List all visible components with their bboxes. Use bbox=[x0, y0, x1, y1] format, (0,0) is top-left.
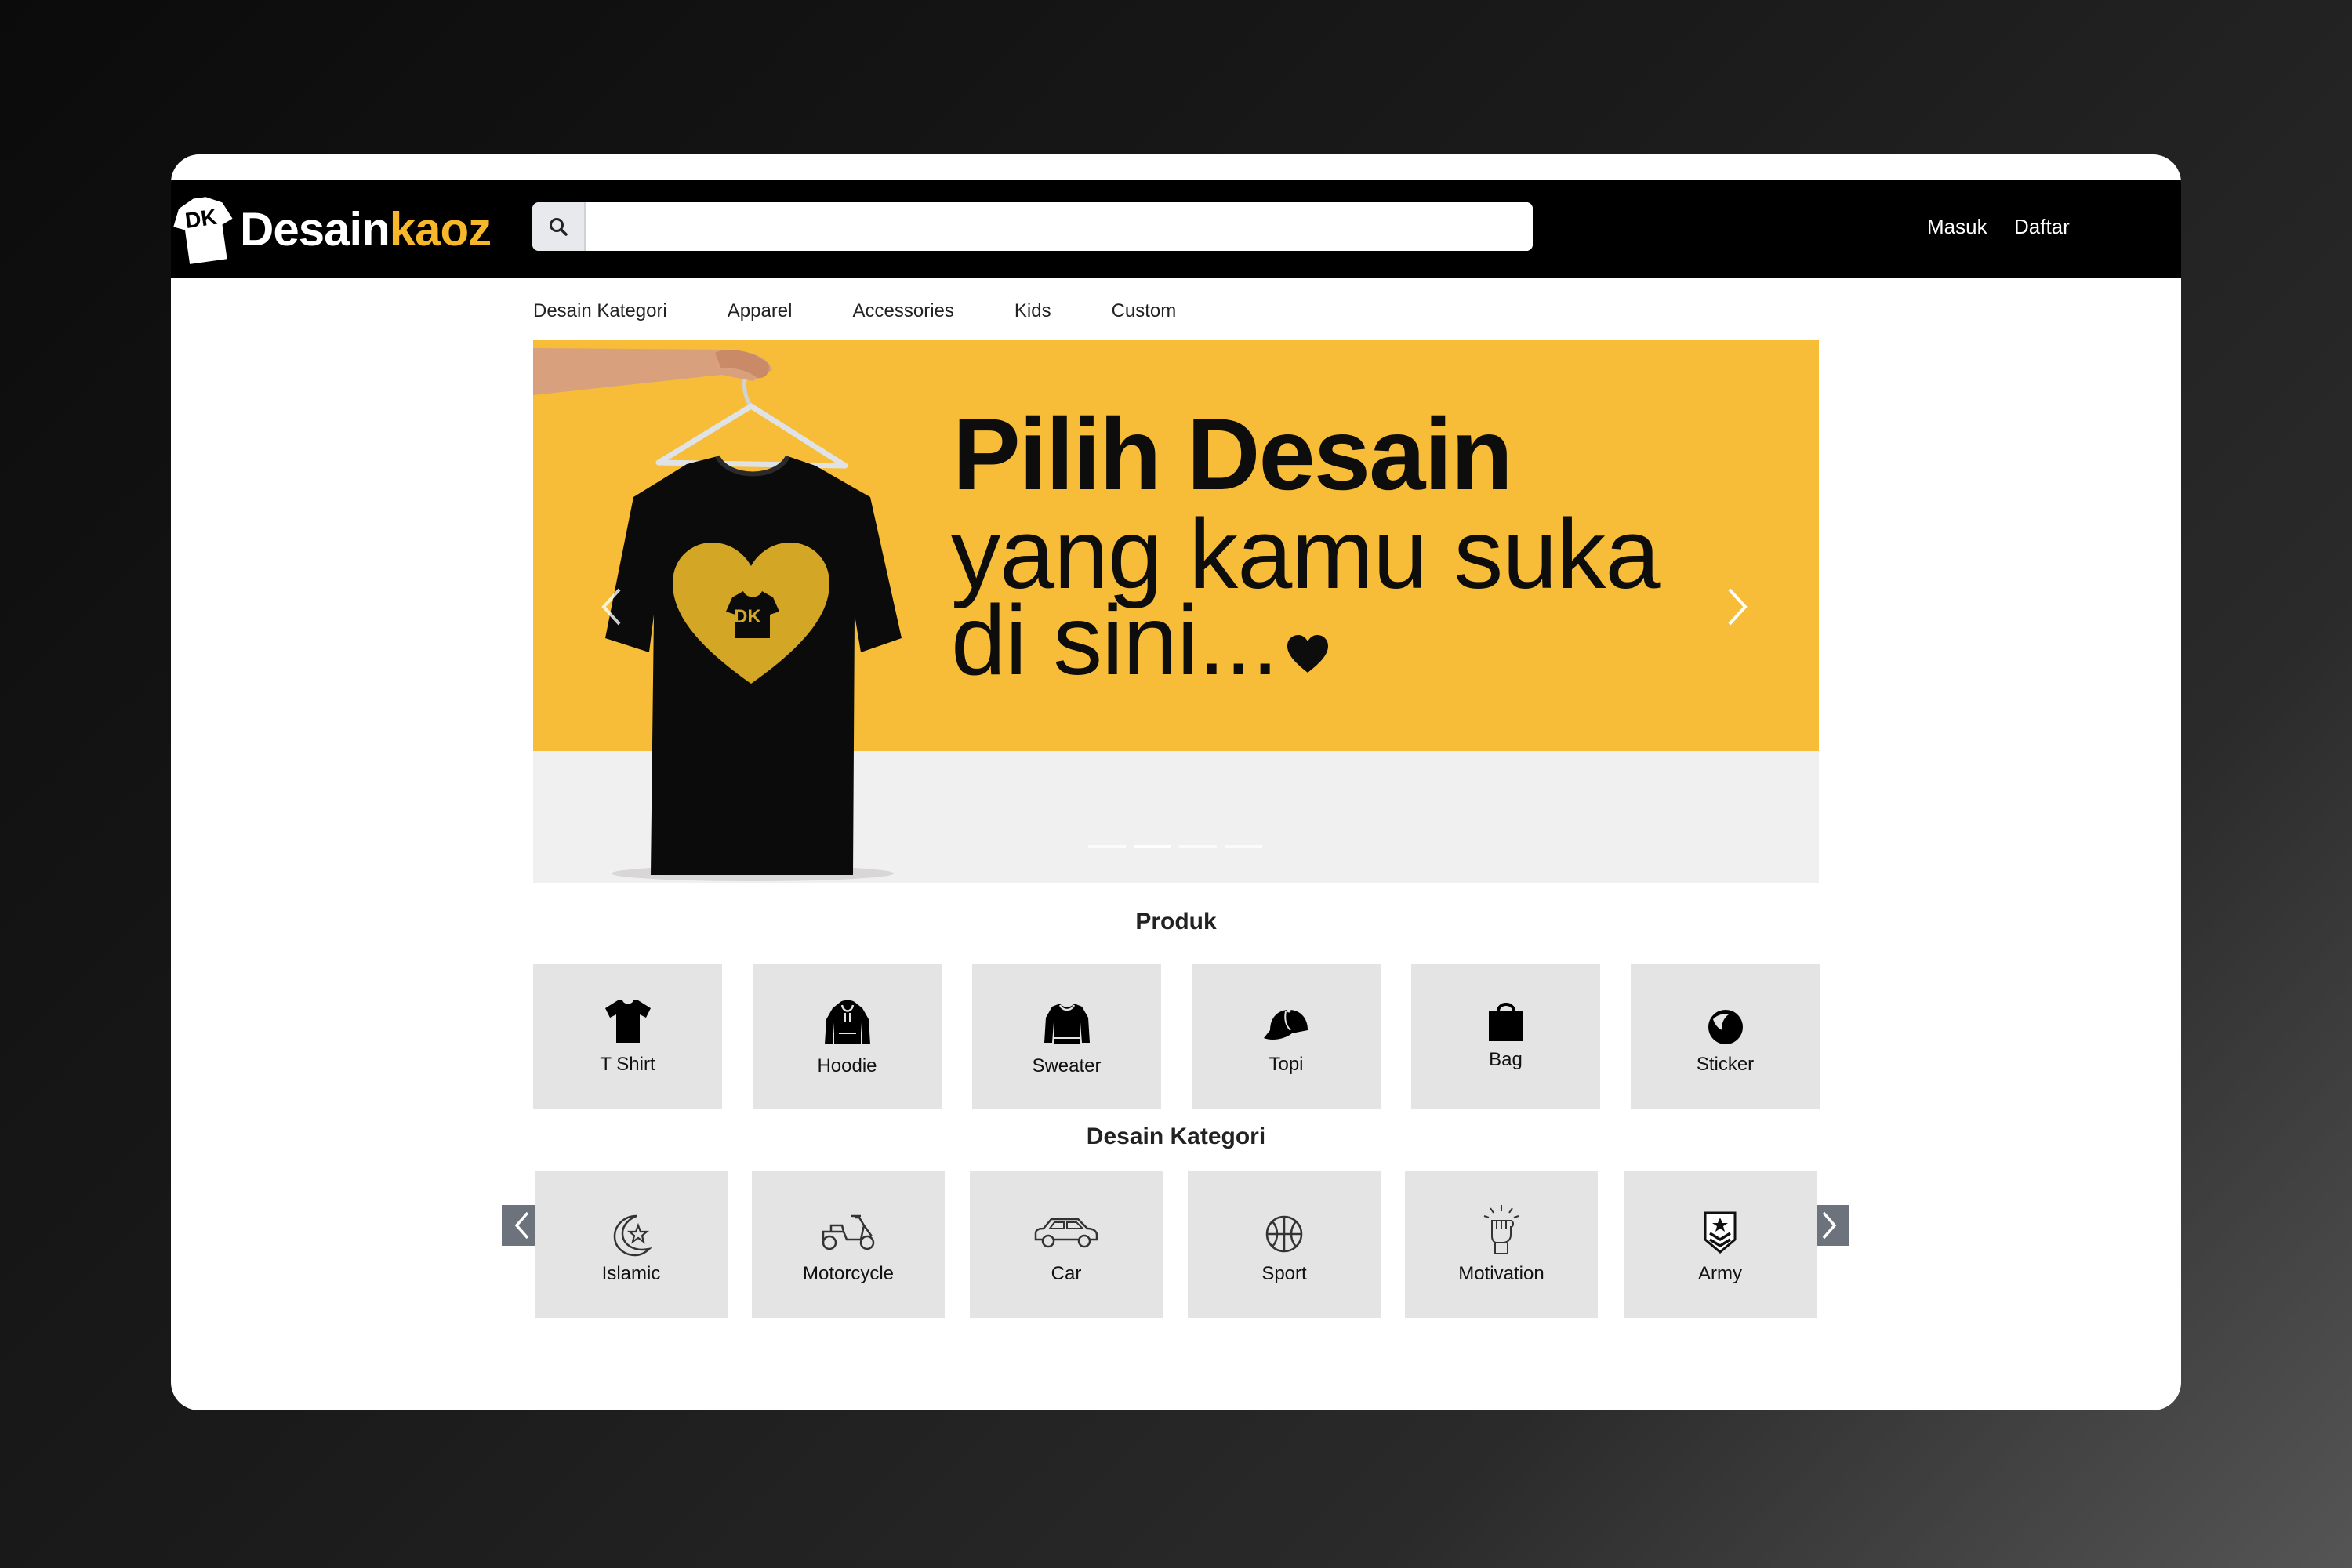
nav-item-apparel[interactable]: Apparel bbox=[728, 300, 793, 322]
nav-item-kids[interactable]: Kids bbox=[1014, 300, 1051, 322]
logo-wordmark: Desainkaoz bbox=[240, 202, 492, 256]
scooter-icon bbox=[822, 1214, 875, 1250]
svg-text:DK: DK bbox=[183, 205, 218, 233]
kategori-tile-motivation[interactable]: Motivation bbox=[1405, 1171, 1598, 1318]
banner-prev-arrow[interactable] bbox=[596, 583, 627, 630]
carousel-dot-4[interactable] bbox=[1225, 845, 1262, 848]
produk-label: Bag bbox=[1489, 1049, 1523, 1070]
kategori-tile-army[interactable]: Army bbox=[1624, 1171, 1817, 1318]
tshirt-icon bbox=[604, 1000, 651, 1043]
produk-tile-sweater[interactable]: Sweater bbox=[972, 964, 1161, 1109]
kategori-tile-car[interactable]: Car bbox=[970, 1171, 1163, 1318]
kategori-label: Army bbox=[1698, 1263, 1742, 1284]
nav-item-custom[interactable]: Custom bbox=[1112, 300, 1177, 322]
sticker-icon bbox=[1708, 1010, 1743, 1044]
car-icon bbox=[1034, 1218, 1098, 1248]
kategori-label: Motorcycle bbox=[802, 1263, 895, 1284]
army-badge-icon bbox=[1704, 1211, 1737, 1254]
heart-icon bbox=[1287, 635, 1329, 673]
produk-tile-bag[interactable]: Bag bbox=[1411, 964, 1600, 1109]
login-link[interactable]: Masuk bbox=[1927, 215, 1987, 239]
chevron-right-icon bbox=[1822, 1211, 1837, 1240]
search-button[interactable] bbox=[532, 202, 586, 251]
search-bar bbox=[532, 202, 1533, 251]
carousel-dot-1[interactable] bbox=[1088, 845, 1126, 848]
kategori-grid: Islamic Motorcycle Car Sport Motivation … bbox=[533, 1171, 1819, 1319]
register-link[interactable]: Daftar bbox=[2014, 215, 2070, 239]
basketball-icon bbox=[1265, 1215, 1303, 1253]
search-icon bbox=[550, 218, 568, 236]
category-nav: Desain Kategori Apparel Accessories Kids… bbox=[533, 300, 1236, 322]
nav-item-accessories[interactable]: Accessories bbox=[853, 300, 954, 322]
produk-tile-tshirt[interactable]: T Shirt bbox=[533, 964, 722, 1109]
produk-label: Hoodie bbox=[817, 1055, 877, 1076]
chevron-left-icon bbox=[514, 1211, 529, 1240]
kategori-label: Car bbox=[1051, 1263, 1082, 1284]
kategori-tile-islamic[interactable]: Islamic bbox=[535, 1171, 728, 1318]
sweater-icon bbox=[1044, 1004, 1090, 1044]
carousel-indicators bbox=[1088, 845, 1262, 848]
produk-tile-topi[interactable]: Topi bbox=[1192, 964, 1381, 1109]
produk-label: Sticker bbox=[1696, 1054, 1755, 1075]
raised-fist-icon bbox=[1483, 1205, 1519, 1254]
carousel-dot-3[interactable] bbox=[1179, 845, 1217, 848]
produk-label: Sweater bbox=[1032, 1055, 1102, 1076]
kategori-label: Motivation bbox=[1458, 1263, 1544, 1284]
banner-headline-line3: di sini... bbox=[951, 591, 1330, 690]
produk-label: T Shirt bbox=[600, 1054, 655, 1075]
nav-item-desain-kategori[interactable]: Desain Kategori bbox=[533, 300, 667, 322]
banner-headline-bold: Pilih Desain bbox=[953, 397, 1513, 511]
search-input[interactable] bbox=[586, 202, 1533, 251]
banner-next-arrow[interactable] bbox=[1722, 583, 1753, 630]
kategori-label: Islamic bbox=[601, 1263, 661, 1284]
bag-icon bbox=[1488, 1003, 1523, 1041]
top-navbar: DK Desainkaoz Masuk Daftar bbox=[171, 180, 2181, 278]
kategori-tile-sport[interactable]: Sport bbox=[1188, 1171, 1381, 1318]
site-logo[interactable]: DK Desainkaoz bbox=[171, 190, 492, 268]
crescent-star-icon bbox=[613, 1214, 652, 1257]
banner-shirt-logo: DK bbox=[734, 606, 761, 627]
hero-banner[interactable]: DK Pilih Desain yang kamu suka di sini..… bbox=[533, 340, 1819, 883]
kategori-section-title: Desain Kategori bbox=[1086, 1123, 1266, 1149]
produk-tile-sticker[interactable]: Sticker bbox=[1631, 964, 1820, 1109]
browser-page: DK Desainkaoz Masuk Daftar Desain Katego… bbox=[171, 154, 2181, 1410]
cap-icon bbox=[1263, 1008, 1308, 1040]
logo-mark-icon: DK bbox=[173, 197, 233, 264]
kategori-label: Sport bbox=[1261, 1263, 1307, 1284]
produk-section-title: Produk bbox=[1135, 909, 1217, 935]
hoodie-icon bbox=[824, 1000, 870, 1044]
kategori-tile-motorcycle[interactable]: Motorcycle bbox=[752, 1171, 945, 1318]
produk-label: Topi bbox=[1269, 1054, 1304, 1075]
produk-grid: T Shirt Hoodie Sweater Topi Bag Sticker bbox=[533, 964, 1820, 1109]
produk-tile-hoodie[interactable]: Hoodie bbox=[753, 964, 942, 1109]
carousel-dot-2[interactable] bbox=[1134, 845, 1171, 848]
